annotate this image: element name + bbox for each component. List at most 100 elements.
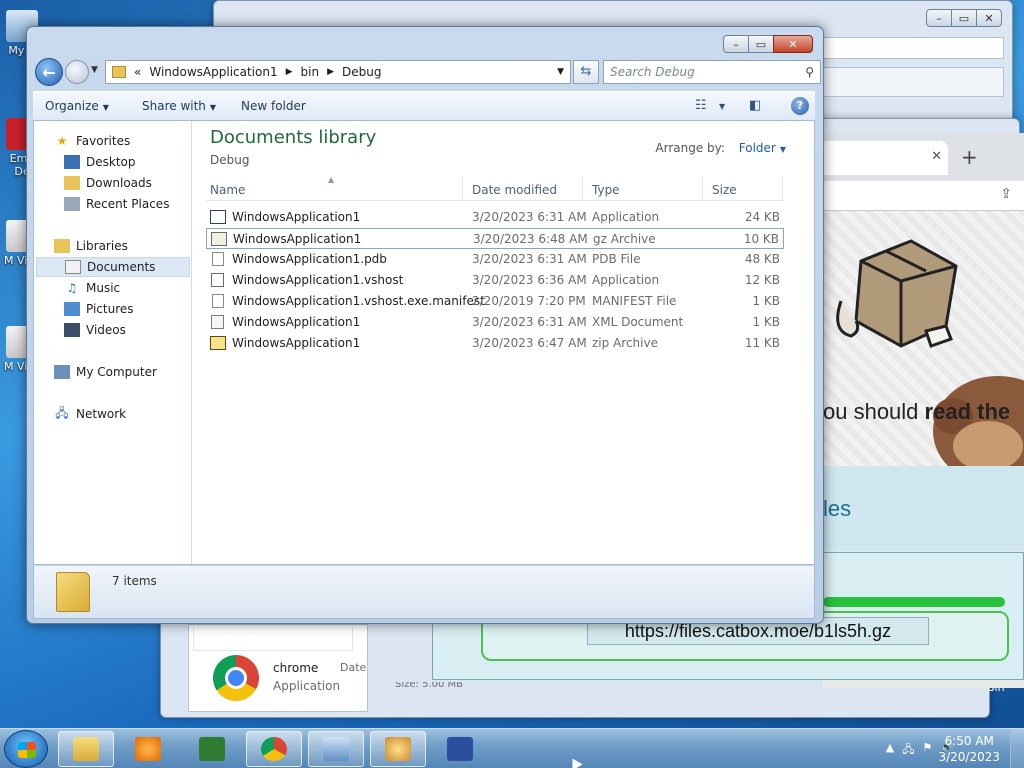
show-desktop-button[interactable]	[1010, 729, 1024, 768]
paint-icon	[385, 737, 411, 761]
taskbar-app[interactable]	[308, 731, 364, 767]
file-info-panel: chrome Date Application	[188, 624, 368, 712]
star-icon: ★	[56, 134, 68, 148]
refresh-button[interactable]: ⇆	[573, 60, 599, 84]
box-cat-illustration	[836, 239, 958, 348]
breadcrumb-overflow[interactable]: «	[134, 65, 141, 79]
column-type[interactable]: Type	[592, 183, 620, 197]
breadcrumb-windowsapplication1[interactable]: WindowsApplication1	[149, 65, 277, 79]
maximize-button[interactable]: ▭	[748, 35, 774, 53]
taskbar-explorer[interactable]	[58, 731, 114, 767]
tab-close-icon[interactable]: ✕	[931, 149, 942, 164]
action-center-icon[interactable]: ⚑	[922, 741, 932, 760]
chrome-icon	[261, 737, 287, 761]
new-tab-button[interactable]: +	[961, 145, 978, 169]
nav-network[interactable]: 🖧 Network	[54, 404, 126, 424]
show-hidden-icons-icon[interactable]: ▲	[886, 741, 894, 760]
browser-address-bar[interactable]: ⇪	[823, 181, 1024, 211]
browser-tab[interactable]: ✕	[823, 141, 948, 175]
folder-icon	[56, 572, 90, 612]
nav-recent-places[interactable]: Recent Places	[64, 194, 169, 214]
taskbar: ▲ 🖧 ⚑ 🔊 6:50 AM 3/20/2023	[0, 728, 1024, 768]
file-type: Application	[273, 679, 341, 693]
nav-music[interactable]: ♫ Music	[64, 278, 121, 298]
nav-downloads[interactable]: Downloads	[64, 173, 152, 193]
view-options-icon[interactable]: ☷	[695, 98, 707, 113]
taskbar-visual-csharp[interactable]	[184, 731, 240, 767]
column-name[interactable]: Name	[210, 183, 245, 197]
help-button[interactable]: ?	[791, 97, 809, 115]
table-row[interactable]: WindowsApplication1.vshost.exe.manifest …	[206, 291, 784, 312]
sort-arrow-icon: ▲	[328, 175, 335, 184]
breadcrumb-debug[interactable]: Debug	[342, 65, 381, 79]
music-icon: ♫	[66, 281, 78, 295]
taskbar-paint[interactable]	[370, 731, 426, 767]
close-button[interactable]: ✕	[976, 9, 1002, 27]
application-icon	[210, 210, 226, 224]
refresh-icon: ⇆	[580, 64, 592, 79]
nav-favorites[interactable]: ★ Favorites	[54, 131, 131, 151]
view-dropdown-icon[interactable]: ▼	[719, 102, 725, 111]
pdb-file-icon	[212, 252, 224, 266]
taskbar-chrome[interactable]	[246, 731, 302, 767]
address-bar[interactable]: « WindowsApplication1 ▶ bin ▶ Debug ▼	[105, 60, 571, 84]
item-count: 7 items	[112, 574, 157, 588]
chrome-icon	[213, 655, 259, 701]
taskbar-media-player[interactable]	[120, 731, 176, 767]
close-button[interactable]: ✕	[773, 35, 813, 53]
clock[interactable]: 6:50 AM 3/20/2023	[938, 733, 1000, 765]
nav-videos[interactable]: Videos	[64, 320, 126, 340]
back-button[interactable]: ←	[35, 58, 63, 86]
gz-archive-icon	[211, 232, 227, 246]
videos-icon	[64, 323, 80, 337]
date-label: Date	[340, 661, 367, 674]
start-button[interactable]	[4, 730, 48, 768]
nav-libraries[interactable]: Libraries	[54, 236, 128, 256]
table-row[interactable]: WindowsApplication1 3/20/2023 6:48 AM gz…	[206, 228, 784, 249]
taskbar-visual-basic[interactable]	[432, 731, 488, 767]
arrange-by: Arrange by: Folder ▼	[655, 141, 786, 155]
search-input[interactable]: Search Debug ⚲	[603, 60, 821, 84]
table-row[interactable]: WindowsApplication1 3/20/2023 6:31 AM Ap…	[206, 207, 784, 228]
table-row[interactable]: WindowsApplication1.pdb 3/20/2023 6:31 A…	[206, 249, 784, 270]
table-row[interactable]: WindowsApplication1 3/20/2023 6:31 AM XM…	[206, 312, 784, 333]
library-title: Documents library	[210, 127, 377, 148]
minimize-button[interactable]: –	[926, 9, 952, 27]
read-the-text: ou should read the	[823, 399, 1011, 424]
network-icon[interactable]: 🖧	[902, 741, 914, 760]
nav-my-computer[interactable]: My Computer	[54, 362, 157, 382]
preview-pane-icon[interactable]: ◧	[749, 98, 761, 113]
files-heading: les	[823, 496, 852, 521]
table-row[interactable]: WindowsApplication1.vshost 3/20/2023 6:3…	[206, 270, 784, 291]
organize-menu[interactable]: Organize ▼	[45, 99, 109, 113]
chevron-down-icon[interactable]: ▼	[780, 145, 786, 154]
table-row[interactable]: WindowsApplication1 3/20/2023 6:47 AM zi…	[206, 333, 784, 354]
arrange-by-dropdown[interactable]: Folder	[739, 141, 776, 155]
forward-button[interactable]	[65, 60, 89, 84]
address-dropdown-icon[interactable]: ▼	[557, 67, 564, 77]
new-folder-button[interactable]: New folder	[241, 99, 306, 113]
manifest-file-icon	[212, 294, 224, 308]
breadcrumb-separator-icon[interactable]: ▶	[327, 67, 334, 77]
nav-pictures[interactable]: Pictures	[64, 299, 134, 319]
share-with-menu[interactable]: Share with ▼	[142, 99, 216, 113]
csharp-icon	[199, 737, 225, 761]
details-pane: 7 items	[33, 565, 815, 619]
navigation-pane: ★ Favorites Desktop Downloads Recent Plac…	[34, 121, 192, 564]
maximize-button[interactable]: ▭	[951, 9, 977, 27]
minimize-button[interactable]: –	[723, 35, 749, 53]
file-list-pane: Documents library Debug Arrange by: Fold…	[192, 121, 814, 564]
nav-desktop[interactable]: Desktop	[64, 152, 136, 172]
nav-documents[interactable]: Documents	[36, 257, 190, 277]
recent-places-icon	[64, 197, 80, 211]
column-date-modified[interactable]: Date modified	[472, 183, 557, 197]
desktop-icon	[64, 155, 80, 169]
breadcrumb-bin[interactable]: bin	[301, 65, 320, 79]
xml-document-icon	[211, 315, 224, 329]
search-icon[interactable]: ⚲	[805, 61, 814, 83]
recent-pages-dropdown[interactable]: ▼	[91, 65, 98, 75]
column-size[interactable]: Size	[712, 183, 737, 197]
library-subtitle: Debug	[210, 153, 250, 167]
breadcrumb-separator-icon[interactable]: ▶	[286, 67, 293, 77]
share-icon[interactable]: ⇪	[1000, 186, 1012, 202]
